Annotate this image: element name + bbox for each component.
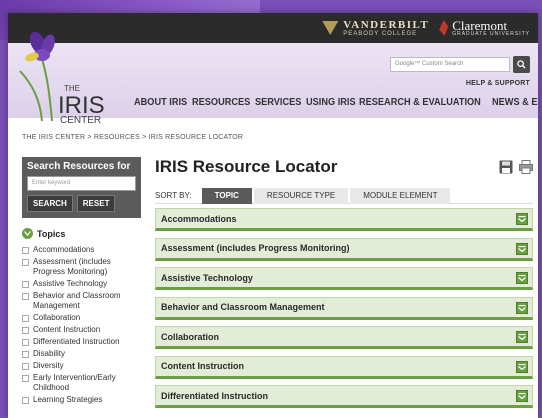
site-search-placeholder: Google™ Custom Search [395,61,464,67]
sort-by-label: SORT BY: [155,191,192,200]
nav-about-iris[interactable]: ABOUT IRIS [134,97,187,108]
topic-filter-label: Content Instruction [33,325,101,334]
chevron-down-icon [22,228,33,239]
topic-filter-item[interactable]: Accommodations [22,245,141,255]
main-nav: ABOUT IRIS RESOURCES SERVICES USING IRIS… [134,97,538,108]
topic-filter-item[interactable]: Assessment (includes Progress Monitoring… [22,257,141,277]
accordion-section[interactable]: Assistive Technology [155,267,533,290]
topic-filter-item[interactable]: Behavior and Classroom Management [22,291,141,311]
nav-services[interactable]: SERVICES [255,97,301,108]
nav-news-events[interactable]: NEWS & EVENTS [492,97,538,108]
accordion-section[interactable]: Assessment (includes Progress Monitoring… [155,237,533,261]
accordion-section-title: Content Instruction [161,361,244,371]
magnifier-icon [517,60,526,69]
topic-filter-item[interactable]: Diversity [22,361,141,371]
topic-accordion: Accommodations Assessment (includes Prog… [155,208,533,408]
topic-filter-label: Assessment (includes Progress Monitoring… [33,257,111,276]
main-content: IRIS Resource Locator SORT BY: TOPIC RES… [155,156,533,415]
accordion-section-title: Assessment (includes Progress Monitoring… [161,243,350,253]
topic-filter-item[interactable]: Collaboration [22,313,141,323]
claremont-flame-icon [439,20,449,36]
topic-filter-item[interactable]: Assistive Technology [22,279,141,289]
vanderbilt-sub: PEABODY COLLEGE [343,30,418,37]
accordion-section[interactable]: Behavior and Classroom Management [155,296,533,320]
chevron-down-icon[interactable] [516,242,528,255]
sort-tab-resource-type[interactable]: RESOURCE TYPE [253,187,349,204]
checkbox[interactable] [22,293,29,300]
accordion-section[interactable]: Content Instruction [155,355,533,379]
checkbox[interactable] [22,375,29,382]
topic-filter-list: Accommodations Assessment (includes Prog… [22,245,141,405]
vanderbilt-v-icon [322,21,339,35]
checkbox[interactable] [22,339,29,346]
checkbox[interactable] [22,281,29,288]
topic-filter-label: Diversity [33,361,64,370]
site-search-input[interactable]: Google™ Custom Search [390,57,510,72]
topic-filter-item[interactable]: Learning Strategies [22,395,141,405]
topics-toggle[interactable]: Topics [22,226,141,241]
checkbox[interactable] [22,363,29,370]
keyword-placeholder: Enter keyword [32,180,71,186]
checkbox[interactable] [22,259,29,266]
chevron-down-icon[interactable] [516,390,528,402]
accordion-section[interactable]: Accommodations [155,208,533,231]
topic-filter-label: Accommodations [33,245,95,254]
checkbox[interactable] [22,315,29,322]
nav-research-evaluation[interactable]: RESEARCH & EVALUATION [359,97,481,108]
browser-page: VANDERBILT PEABODY COLLEGE Claremont GRA… [8,13,538,418]
topic-filter-label: Behavior and Classroom Management [33,291,121,310]
help-support-link[interactable]: HELP & SUPPORT [466,80,530,87]
vanderbilt-name: VANDERBILT [343,18,430,31]
accordion-section-title: Assistive Technology [161,272,253,283]
topic-filter-label: Early Intervention/Early Childhood [33,373,116,392]
reset-button[interactable]: RESET [76,195,116,212]
sort-bar: SORT BY: TOPIC RESOURCE TYPE MODULE ELEM… [155,187,533,204]
search-sidebar: Search Resources for Enter keyword SEARC… [22,157,141,407]
accordion-section[interactable]: Collaboration [155,326,533,349]
checkbox[interactable] [22,327,29,334]
topic-filter-label: Collaboration [33,313,81,322]
page-title: IRIS Resource Locator [155,157,338,176]
nav-using-iris[interactable]: USING IRIS [306,97,356,108]
topic-filter-item[interactable]: Early Intervention/Early Childhood [22,373,141,393]
breadcrumb[interactable]: THE IRIS CENTER > RESOURCES > IRIS RESOU… [22,134,243,141]
sort-tab-topic[interactable]: TOPIC [201,187,252,204]
iris-center-logo[interactable]: THE IRIS CENTER [12,29,122,123]
chevron-down-icon[interactable] [516,213,528,225]
topic-filter-label: Disability [33,349,66,358]
topic-filter-label: Assistive Technology [33,279,108,288]
topics-label: Topics [37,228,66,239]
accordion-section-title: Accommodations [161,213,237,224]
chevron-down-icon[interactable] [516,331,528,343]
accordion-section[interactable]: Differentiated Instruction [155,385,533,408]
nav-resources[interactable]: RESOURCES [192,97,250,108]
printer-icon[interactable] [519,160,533,174]
vanderbilt-logo[interactable]: VANDERBILT PEABODY COLLEGE [322,18,430,37]
claremont-logo[interactable]: Claremont GRADUATE UNIVERSITY [439,19,530,37]
search-button[interactable] [513,56,530,73]
search-resources-box: Search Resources for Enter keyword SEARC… [22,157,141,218]
claremont-sub: GRADUATE UNIVERSITY [452,31,530,37]
topic-filter-label: Differentiated Instruction [33,337,120,346]
search-resources-title: Search Resources for [27,161,131,172]
checkbox[interactable] [22,351,29,358]
sort-tab-module-element[interactable]: MODULE ELEMENT [350,187,451,204]
chevron-down-icon[interactable] [516,301,528,314]
topic-filter-item[interactable]: Content Instruction [22,325,141,335]
topic-filter-item[interactable]: Disability [22,349,141,359]
accordion-section-title: Behavior and Classroom Management [161,302,325,312]
search-resources-button[interactable]: SEARCH [27,195,73,212]
floppy-disk-icon[interactable] [499,160,513,174]
accordion-section-title: Differentiated Instruction [161,390,269,401]
checkbox[interactable] [22,247,29,254]
accordion-section-title: Collaboration [161,331,219,342]
topic-filter-label: Learning Strategies [33,395,103,404]
topic-filter-item[interactable]: Differentiated Instruction [22,337,141,347]
site-header: THE IRIS CENTER Google™ Custom Search HE… [8,31,538,123]
chevron-down-icon[interactable] [516,272,528,284]
chevron-down-icon[interactable] [516,360,528,373]
keyword-input[interactable]: Enter keyword [27,176,136,191]
svg-text:CENTER: CENTER [60,115,101,123]
checkbox[interactable] [22,397,29,404]
